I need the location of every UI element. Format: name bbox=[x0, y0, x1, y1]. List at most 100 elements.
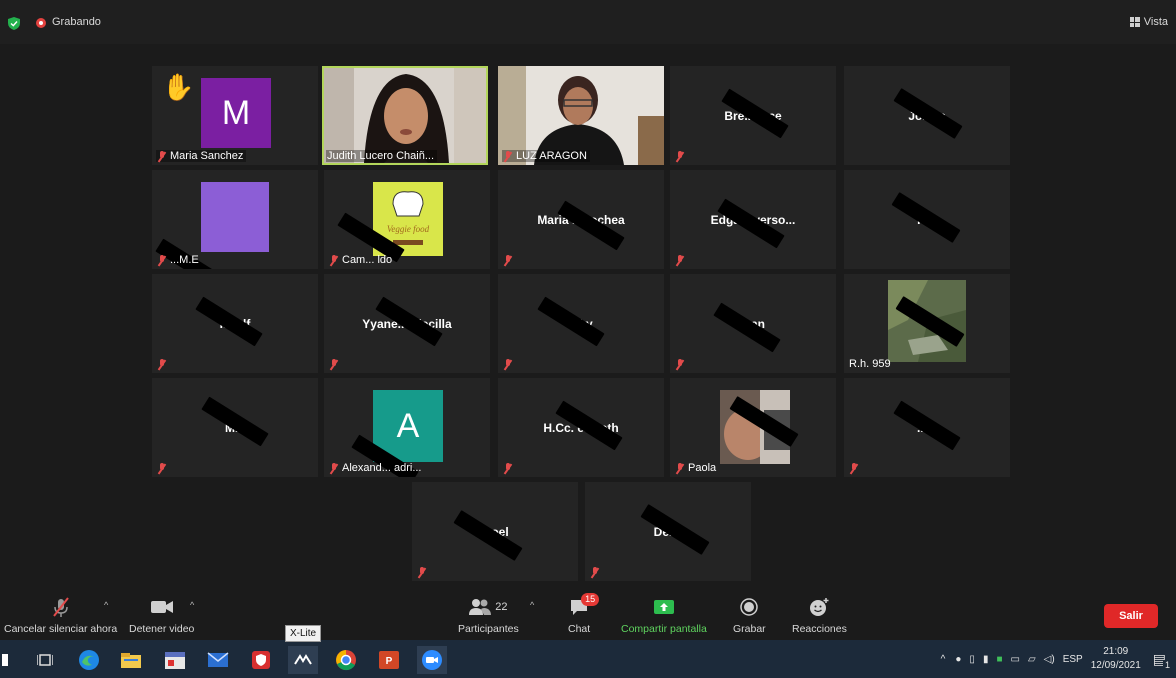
participant-name-label: Judith Lucero Chaiñ... bbox=[326, 150, 438, 162]
microphone-tray-icon[interactable]: ▮ bbox=[983, 654, 989, 665]
muted-mic-icon bbox=[329, 462, 339, 474]
participant-tile[interactable]: H.Cc. el... eth bbox=[498, 378, 664, 477]
participant-video bbox=[324, 68, 486, 163]
participant-tile[interactable]: Yyane... blecilla bbox=[324, 274, 490, 373]
system-tray: ^ ● ▯ ▮ ■ ▭ ▱ ◁) ESP 21:09 12/09/2021 ▤ 1 bbox=[941, 640, 1176, 678]
participant-tile[interactable]: ✋ M Maria Sanchez bbox=[152, 66, 318, 165]
recording-label: Grabando bbox=[52, 16, 101, 28]
volume-icon[interactable]: ◁) bbox=[1044, 654, 1055, 665]
usb-icon[interactable]: ▯ bbox=[969, 654, 975, 665]
participant-tile[interactable]: Paola bbox=[670, 378, 836, 477]
view-label: Vista bbox=[1143, 16, 1168, 28]
chat-label: Chat bbox=[568, 623, 591, 635]
start-button[interactable] bbox=[0, 646, 10, 674]
participant-tile[interactable]: M... bbox=[152, 378, 318, 477]
notifications-icon[interactable]: ▤ 1 bbox=[1153, 651, 1172, 670]
taskbar-app-security[interactable] bbox=[246, 646, 276, 674]
taskbar-app-chrome[interactable] bbox=[331, 646, 361, 674]
participants-button[interactable]: 22 Participantes bbox=[458, 596, 519, 635]
tray-app-icon[interactable]: ● bbox=[955, 654, 961, 665]
taskbar-app-outlook[interactable] bbox=[203, 646, 233, 674]
task-view-button[interactable] bbox=[30, 646, 60, 674]
participant-tile[interactable]: ...ky bbox=[498, 274, 664, 373]
participant-name: LUZ ARAGON bbox=[516, 150, 587, 162]
participant-status bbox=[502, 359, 516, 370]
participant-tile[interactable]: LUZ ARAGON bbox=[498, 66, 664, 165]
participant-name-label: Cam... ldo bbox=[328, 254, 395, 266]
avatar bbox=[201, 182, 269, 252]
network-icon[interactable]: ▱ bbox=[1028, 654, 1036, 665]
participant-tile[interactable]: Maria ... rochea bbox=[498, 170, 664, 269]
taskbar-app-powerpoint[interactable]: P bbox=[374, 646, 404, 674]
battery-icon[interactable]: ▭ bbox=[1011, 654, 1020, 665]
chat-button[interactable]: 15 Chat bbox=[568, 593, 600, 635]
record-button[interactable]: Grabar bbox=[733, 596, 766, 635]
participant-tile[interactable]: Is... lf bbox=[152, 274, 318, 373]
participant-tile[interactable]: De...l bbox=[585, 482, 751, 581]
taskbar-app-zoom[interactable] bbox=[417, 646, 447, 674]
leave-meeting-button[interactable]: Salir bbox=[1104, 604, 1158, 628]
participant-status bbox=[328, 359, 342, 370]
participant-tile[interactable]: R.h. 959 bbox=[844, 274, 1010, 373]
taskbar-app-file-explorer[interactable] bbox=[116, 646, 146, 674]
gallery-view: ✋ M Maria Sanchez Judith Lucero Chaiñ... bbox=[0, 44, 1176, 592]
image-caption: Veggie food bbox=[387, 224, 430, 234]
x-lite-icon bbox=[294, 654, 312, 665]
participant-tile[interactable]: ...la bbox=[844, 378, 1010, 477]
security-tray-icon[interactable]: ■ bbox=[996, 654, 1002, 665]
record-label: Grabar bbox=[733, 623, 766, 635]
participant-name-label: LUZ ARAGON bbox=[502, 150, 590, 162]
video-camera-icon bbox=[150, 596, 174, 618]
audio-options-chevron-icon[interactable]: ^ bbox=[104, 600, 108, 610]
unmute-button[interactable]: Cancelar silenciar ahora bbox=[4, 596, 117, 635]
muted-mic-icon bbox=[675, 151, 685, 162]
clock[interactable]: 21:09 12/09/2021 bbox=[1091, 645, 1141, 673]
participant-tile[interactable]: Bre... tece bbox=[670, 66, 836, 165]
muted-mic-icon bbox=[675, 462, 685, 474]
participant-tile[interactable]: Veggie food Cam... ldo bbox=[324, 170, 490, 269]
reactions-button[interactable]: Reacciones bbox=[792, 596, 847, 635]
taskbar-app-calendar[interactable] bbox=[160, 646, 190, 674]
share-screen-button[interactable]: Compartir pantalla bbox=[621, 596, 707, 635]
participant-name: R.h. 959 bbox=[849, 358, 891, 370]
recording-icon bbox=[36, 18, 46, 28]
participants-count: 22 bbox=[495, 601, 508, 613]
participant-tile[interactable]: A Alexand... adri... bbox=[324, 378, 490, 477]
participant-tile[interactable]: To... bbox=[844, 170, 1010, 269]
chrome-browser-icon bbox=[336, 650, 356, 671]
stop-video-button[interactable]: Detener video bbox=[129, 596, 194, 635]
muted-mic-icon bbox=[503, 255, 513, 266]
mail-app-icon bbox=[207, 652, 229, 667]
shield-icon[interactable] bbox=[8, 17, 20, 30]
raised-hand-icon: ✋ bbox=[162, 72, 195, 102]
muted-mic-icon bbox=[675, 255, 685, 266]
participant-status bbox=[848, 463, 862, 474]
chat-icon: 15 bbox=[569, 593, 600, 618]
show-hidden-icons-chevron-icon[interactable]: ^ bbox=[941, 654, 946, 665]
participant-tile[interactable]: ...oel bbox=[412, 482, 578, 581]
taskbar-app-edge[interactable] bbox=[74, 646, 104, 674]
participant-name-label: Alexand... adri... bbox=[328, 462, 425, 474]
stop-video-label: Detener video bbox=[129, 623, 195, 635]
muted-mic-icon bbox=[503, 359, 513, 370]
participant-name: Cam... ldo bbox=[342, 254, 393, 266]
input-language-indicator[interactable]: ESP bbox=[1063, 654, 1083, 665]
participant-name-label: R.h. 959 bbox=[848, 358, 894, 370]
participant-tile[interactable]: ...M.E bbox=[152, 170, 318, 269]
view-button[interactable]: Vista bbox=[1129, 16, 1168, 28]
video-options-chevron-icon[interactable]: ^ bbox=[190, 600, 194, 610]
powerpoint-icon: P bbox=[379, 651, 399, 669]
muted-mic-icon bbox=[849, 463, 859, 474]
participant-tile[interactable]: ...an bbox=[670, 274, 836, 373]
taskbar-app-x-lite[interactable] bbox=[288, 646, 318, 674]
participant-name: ...M.E bbox=[170, 254, 199, 266]
participant-tile-active-speaker[interactable]: Judith Lucero Chaiñ... bbox=[322, 66, 488, 165]
muted-mic-icon bbox=[675, 359, 685, 370]
taskbar-tooltip: X-Lite bbox=[285, 625, 322, 642]
muted-microphone-icon bbox=[50, 596, 72, 618]
participant-tile[interactable]: Jo... is bbox=[844, 66, 1010, 165]
participant-tile[interactable]: Edga... verso... bbox=[670, 170, 836, 269]
notification-count: 1 bbox=[1162, 659, 1172, 670]
participants-options-chevron-icon[interactable]: ^ bbox=[530, 600, 534, 610]
chat-unread-badge: 15 bbox=[581, 593, 600, 606]
